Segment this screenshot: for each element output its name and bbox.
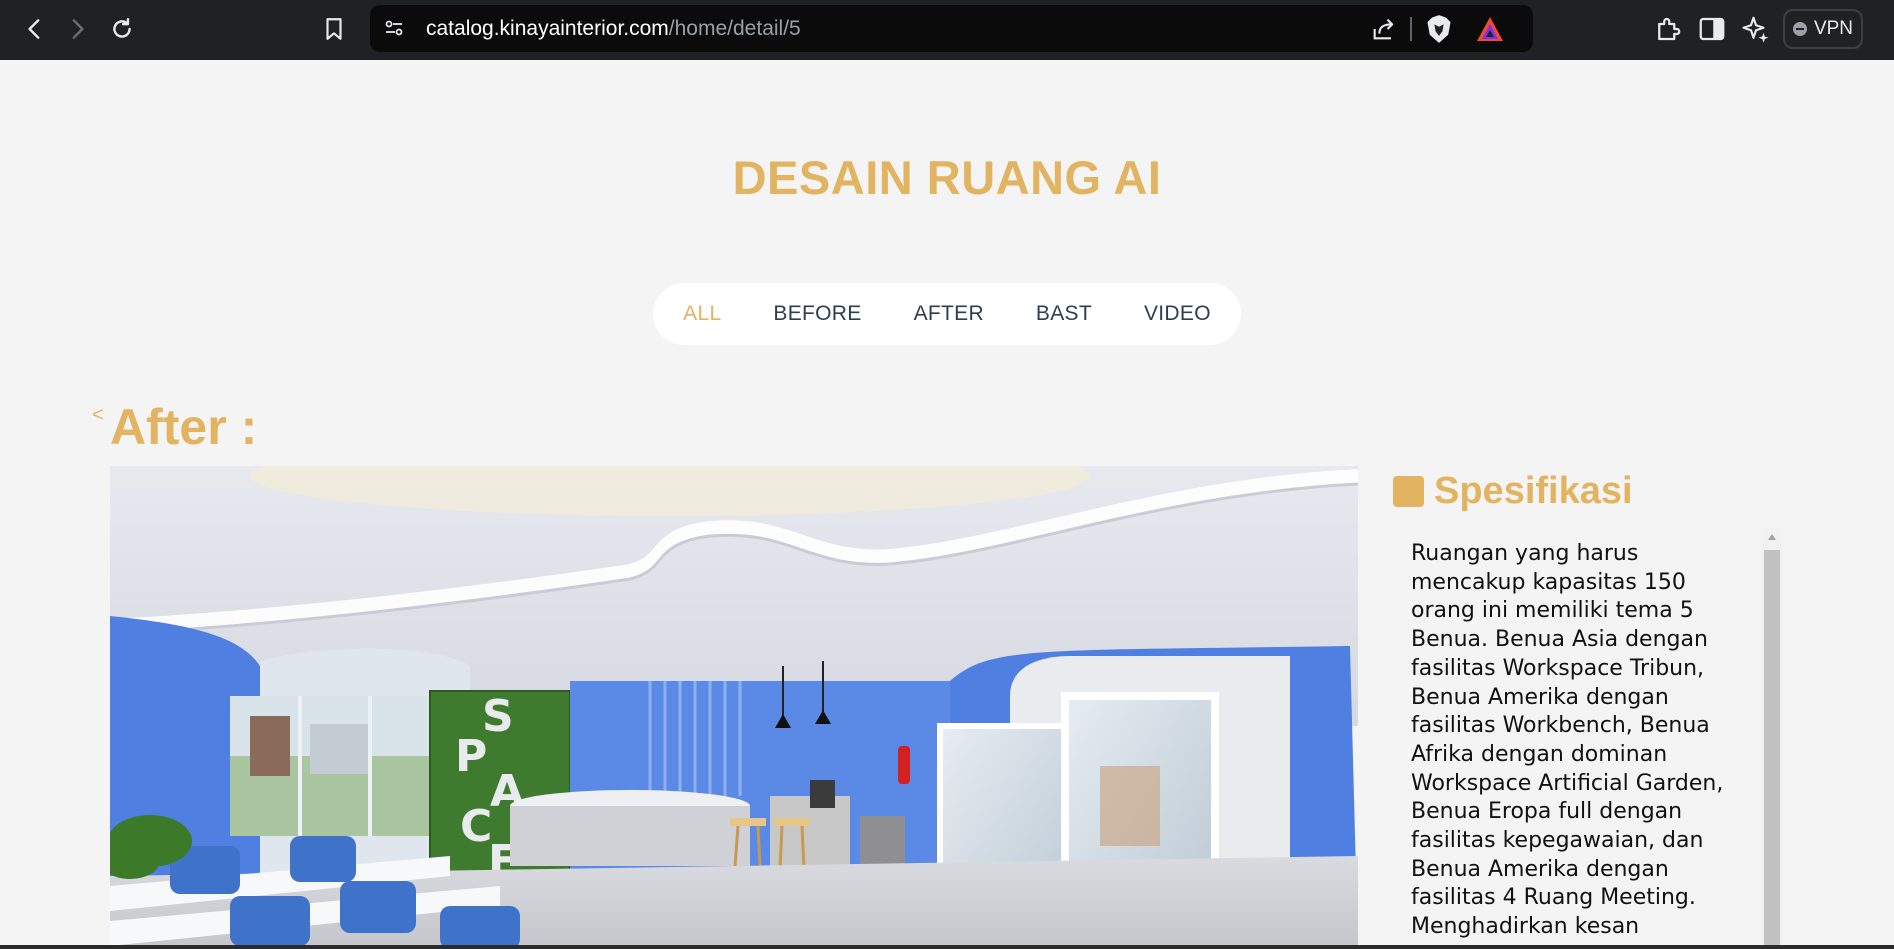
vpn-button[interactable]: VPN [1783, 9, 1863, 49]
interior-photo[interactable]: S P A C E [110, 466, 1358, 949]
back-icon[interactable] [16, 10, 54, 48]
leo-ai-icon[interactable] [1741, 14, 1771, 44]
vpn-label: VPN [1813, 18, 1854, 39]
share-icon[interactable] [1370, 15, 1398, 43]
browser-toolbar: catalog.kinayainterior.com/home/detail/5… [0, 0, 1894, 60]
carousel-prev-arrow[interactable]: < [92, 404, 104, 427]
forward-icon[interactable] [58, 10, 96, 48]
url-host: catalog.kinayainterior.com [426, 17, 669, 40]
tab-video[interactable]: VIDEO [1144, 302, 1211, 326]
spec-title: Spesifikasi [1434, 470, 1633, 512]
section-label: After : [110, 399, 258, 455]
bottom-edge [0, 945, 1894, 949]
site-settings-icon[interactable] [382, 16, 406, 40]
brave-shields-icon[interactable] [1425, 14, 1453, 44]
sidebar-icon[interactable] [1697, 14, 1727, 44]
url-path: /home/detail/5 [668, 17, 801, 40]
address-bar[interactable]: catalog.kinayainterior.com/home/detail/5 [370, 5, 1533, 52]
extensions-icon[interactable] [1653, 14, 1683, 44]
tab-all[interactable]: ALL [683, 302, 721, 326]
address-separator [1410, 17, 1412, 41]
url-text[interactable]: catalog.kinayainterior.com/home/detail/5 [426, 5, 801, 52]
spec-square-icon [1393, 476, 1424, 507]
tab-after[interactable]: AFTER [914, 302, 984, 326]
page-title: DESAIN RUANG AI [732, 151, 1162, 204]
scroll-up-arrow-icon[interactable] [1762, 528, 1782, 546]
vpn-status-icon [1792, 22, 1807, 36]
tab-before[interactable]: BEFORE [773, 302, 861, 326]
brave-rewards-icon[interactable] [1475, 15, 1505, 43]
bookmark-icon[interactable] [315, 10, 353, 48]
tab-bast[interactable]: BAST [1036, 302, 1092, 326]
spec-description: Ruangan yang harus mencakup kapasitas 15… [1411, 541, 1724, 949]
spec-scrollbar-thumb[interactable] [1764, 550, 1780, 949]
filter-tabs: ALL BEFORE AFTER BAST VIDEO [653, 283, 1241, 345]
reload-icon[interactable] [103, 10, 141, 48]
spec-header: Spesifikasi [1393, 470, 1633, 513]
svg-text:P: P [455, 731, 487, 782]
